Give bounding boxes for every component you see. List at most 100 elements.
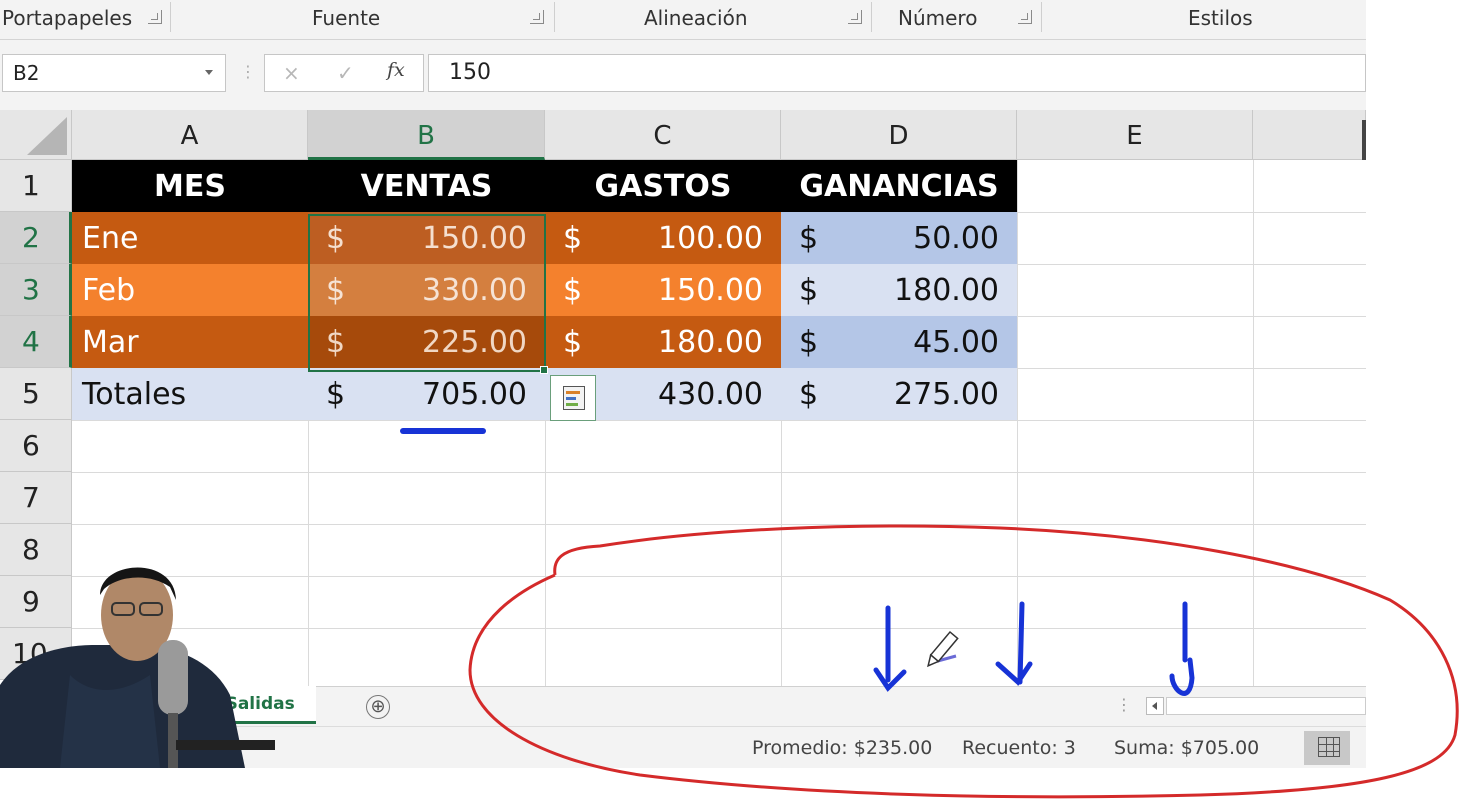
currency-symbol: $ xyxy=(799,273,819,308)
normal-view-button[interactable] xyxy=(1304,731,1350,765)
cell-d4[interactable]: $ 45.00 xyxy=(781,316,1017,368)
cell-b2[interactable]: $ 150.00 xyxy=(308,212,545,264)
annotation-underline xyxy=(400,428,486,434)
cell-value: 330.00 xyxy=(422,273,527,308)
ribbon-group-portapapeles: Portapapeles xyxy=(2,6,133,30)
select-all-triangle-icon xyxy=(27,117,67,155)
formula-bar: B2 ⋮ × ✓ fx 150 xyxy=(0,40,1366,110)
horizontal-scrollbar[interactable] xyxy=(1166,697,1366,715)
portapapeles-launcher-icon[interactable] xyxy=(148,10,162,24)
column-header-d[interactable]: D xyxy=(781,110,1017,160)
row-header-4[interactable]: 4 xyxy=(0,316,72,368)
insert-function-icon[interactable]: fx xyxy=(387,59,405,81)
cell-value: 275.00 xyxy=(894,377,999,412)
white-border-right xyxy=(1366,0,1465,799)
cell-a4[interactable]: Mar xyxy=(72,316,308,368)
cell-value: 100.00 xyxy=(658,221,763,256)
currency-symbol: $ xyxy=(563,273,583,308)
scroll-left-icon[interactable] xyxy=(1146,697,1164,715)
ribbon-group-bar: Portapapeles Fuente Alineación Número Es… xyxy=(0,0,1366,40)
gridline xyxy=(72,524,1366,525)
column-header-c[interactable]: C xyxy=(545,110,781,160)
cell-c1[interactable]: GASTOS xyxy=(545,160,781,212)
column-header-f[interactable] xyxy=(1253,110,1366,160)
currency-symbol: $ xyxy=(326,221,346,256)
status-count[interactable]: Recuento: 3 xyxy=(962,737,1076,759)
cell-value: 150.00 xyxy=(422,221,527,256)
currency-symbol: $ xyxy=(799,377,819,412)
cell-a5[interactable]: Totales xyxy=(72,368,308,420)
currency-symbol: $ xyxy=(799,221,819,256)
column-header-e[interactable]: E xyxy=(1017,110,1253,160)
ribbon-group-numero: Número xyxy=(898,6,978,30)
row-header-7[interactable]: 7 xyxy=(0,472,72,524)
cell-value: 150.00 xyxy=(658,273,763,308)
formula-input[interactable]: 150 xyxy=(428,54,1366,92)
gridline xyxy=(1253,160,1254,686)
alineacion-launcher-icon[interactable] xyxy=(848,10,862,24)
currency-symbol: $ xyxy=(799,325,819,360)
row-header-1[interactable]: 1 xyxy=(0,160,72,212)
name-box[interactable]: B2 xyxy=(2,54,226,92)
presenter-webcam xyxy=(0,567,275,768)
ribbon-divider xyxy=(170,2,171,32)
ribbon-divider xyxy=(1041,2,1042,32)
cell-value: 705.00 xyxy=(422,377,527,412)
cell-a3[interactable]: Feb xyxy=(72,264,308,316)
cell-value: 45.00 xyxy=(913,325,999,360)
ribbon-divider xyxy=(871,2,872,32)
cancel-icon[interactable]: × xyxy=(283,61,300,85)
row-header-6[interactable]: 6 xyxy=(0,420,72,472)
quick-analysis-bar xyxy=(566,397,576,400)
add-sheet-icon[interactable]: ⊕ xyxy=(366,695,390,719)
cell-b1[interactable]: VENTAS xyxy=(308,160,545,212)
ribbon-group-alineacion: Alineación xyxy=(644,6,748,30)
cell-value: 430.00 xyxy=(658,377,763,412)
numero-launcher-icon[interactable] xyxy=(1018,10,1032,24)
row-header-3[interactable]: 3 xyxy=(0,264,72,316)
cell-d5[interactable]: $ 275.00 xyxy=(781,368,1017,420)
cell-a1[interactable]: MES xyxy=(72,160,308,212)
cell-a2[interactable]: Ene xyxy=(72,212,308,264)
currency-symbol: $ xyxy=(326,377,346,412)
cell-c2[interactable]: $ 100.00 xyxy=(545,212,781,264)
gridline xyxy=(72,420,1366,421)
cell-value: 180.00 xyxy=(658,325,763,360)
currency-symbol: $ xyxy=(326,325,346,360)
cell-c4[interactable]: $ 180.00 xyxy=(545,316,781,368)
cell-c3[interactable]: $ 150.00 xyxy=(545,264,781,316)
quick-analysis-bar xyxy=(566,391,580,394)
cell-d1[interactable]: GANANCIAS xyxy=(781,160,1017,212)
ribbon-group-fuente: Fuente xyxy=(312,6,381,30)
cell-value: 50.00 xyxy=(913,221,999,256)
currency-symbol: $ xyxy=(563,221,583,256)
chevron-down-icon[interactable] xyxy=(205,70,213,75)
cell-value: 225.00 xyxy=(422,325,527,360)
gridline xyxy=(1017,160,1018,686)
name-box-value: B2 xyxy=(13,61,40,85)
select-all-corner[interactable] xyxy=(0,110,72,160)
cell-b4[interactable]: $ 225.00 xyxy=(308,316,545,368)
window-edge xyxy=(1362,120,1366,160)
column-header-a[interactable]: A xyxy=(72,110,308,160)
cell-d2[interactable]: $ 50.00 xyxy=(781,212,1017,264)
status-sum[interactable]: Suma: $705.00 xyxy=(1114,737,1259,759)
row-header-2[interactable]: 2 xyxy=(0,212,72,264)
cell-b5[interactable]: $ 705.00 xyxy=(308,368,545,420)
row-header-5[interactable]: 5 xyxy=(0,368,72,420)
column-header-b[interactable]: B xyxy=(308,110,545,160)
status-average[interactable]: Promedio: $235.00 xyxy=(752,737,932,759)
formula-bar-grip-icon[interactable]: ⋮ xyxy=(240,62,256,81)
quick-analysis-icon[interactable] xyxy=(550,375,596,421)
excel-window: Portapapeles Fuente Alineación Número Es… xyxy=(0,0,1366,768)
normal-view-grid-icon xyxy=(1318,737,1340,757)
ribbon-divider xyxy=(554,2,555,32)
fill-handle[interactable] xyxy=(540,366,548,374)
tab-splitter-icon[interactable]: ⋮ xyxy=(1116,695,1132,714)
fuente-launcher-icon[interactable] xyxy=(530,10,544,24)
enter-check-icon[interactable]: ✓ xyxy=(337,61,354,85)
currency-symbol: $ xyxy=(326,273,346,308)
cell-b3[interactable]: $ 330.00 xyxy=(308,264,545,316)
cell-d3[interactable]: $ 180.00 xyxy=(781,264,1017,316)
currency-symbol: $ xyxy=(563,325,583,360)
